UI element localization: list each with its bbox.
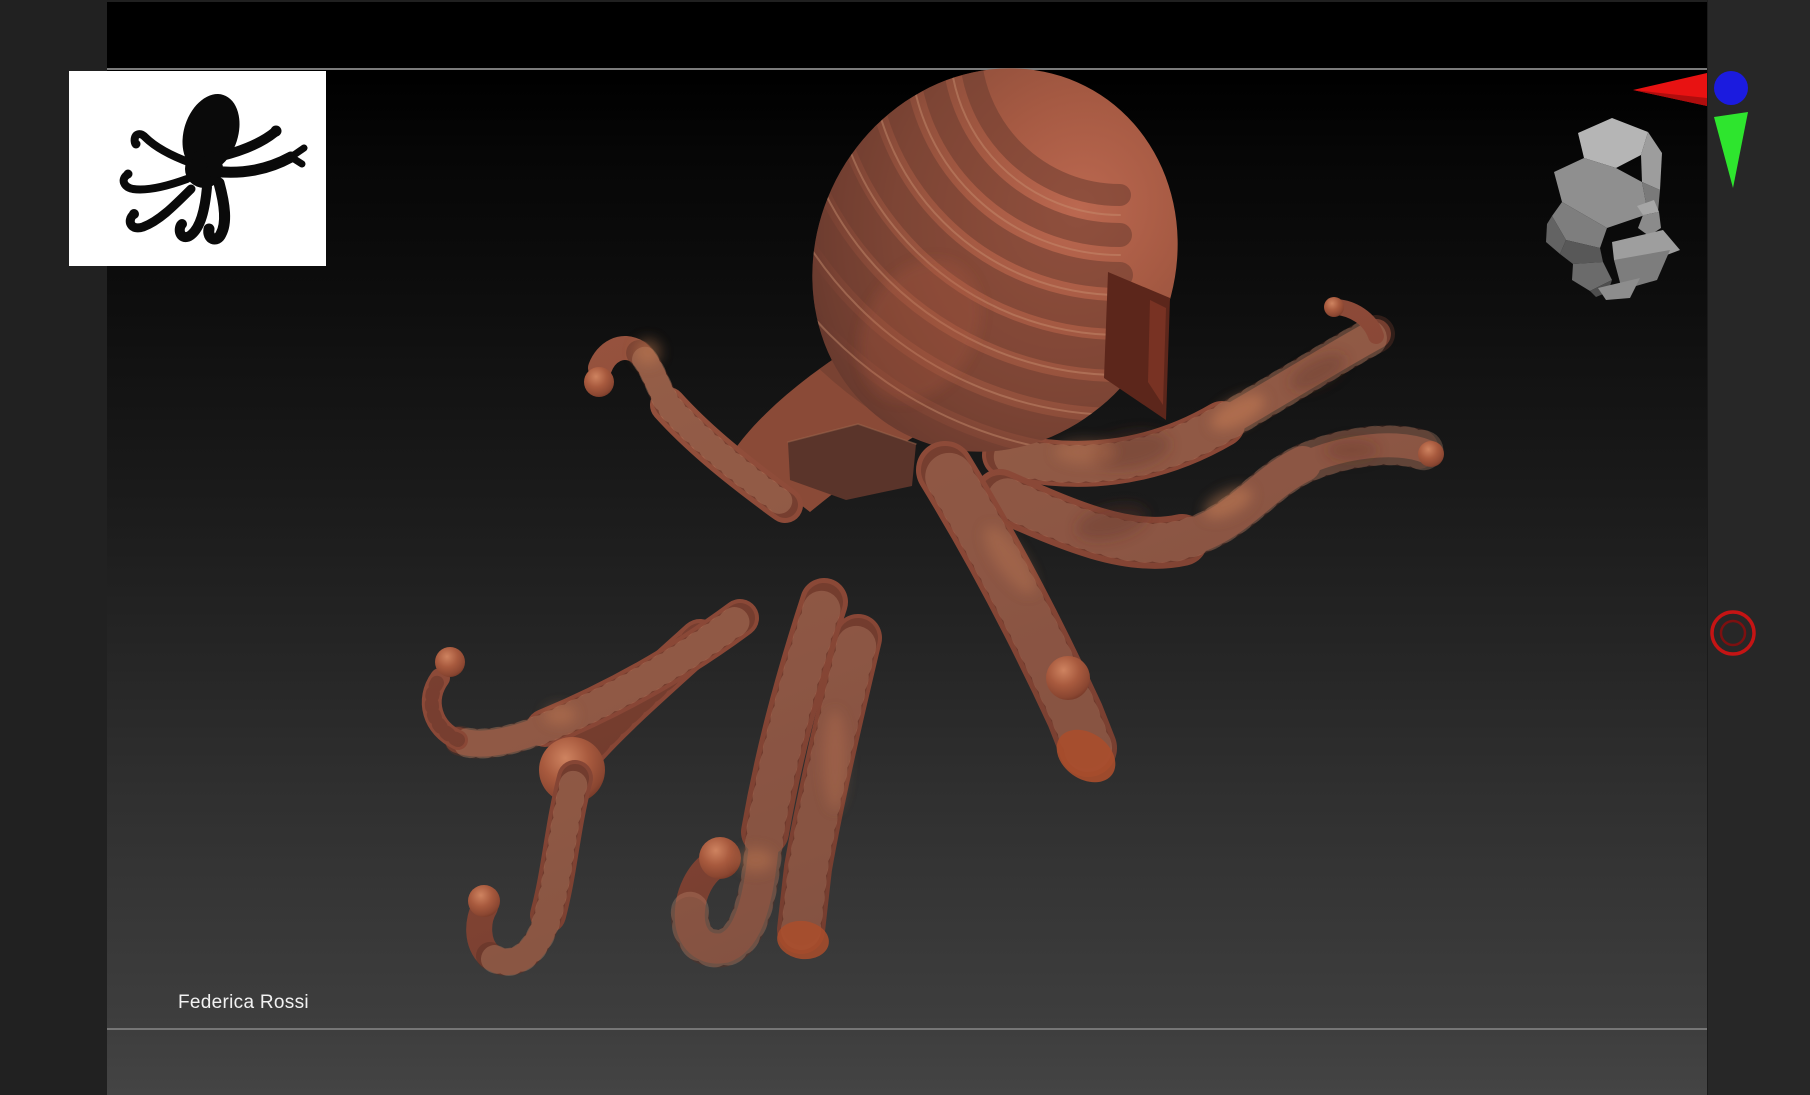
sculpt-viewport[interactable] — [107, 0, 1707, 1095]
right-tray[interactable] — [1707, 0, 1810, 1095]
app-window: Federica Rossi — [0, 0, 1810, 1095]
artist-label: Federica Rossi — [178, 992, 309, 1013]
window-top-edge — [0, 0, 1810, 2]
alpha-preview-thumbnail[interactable] — [69, 71, 326, 266]
bottom-divider — [107, 1028, 1707, 1030]
octopus-silhouette-icon — [119, 94, 308, 245]
top-divider — [107, 68, 1707, 70]
